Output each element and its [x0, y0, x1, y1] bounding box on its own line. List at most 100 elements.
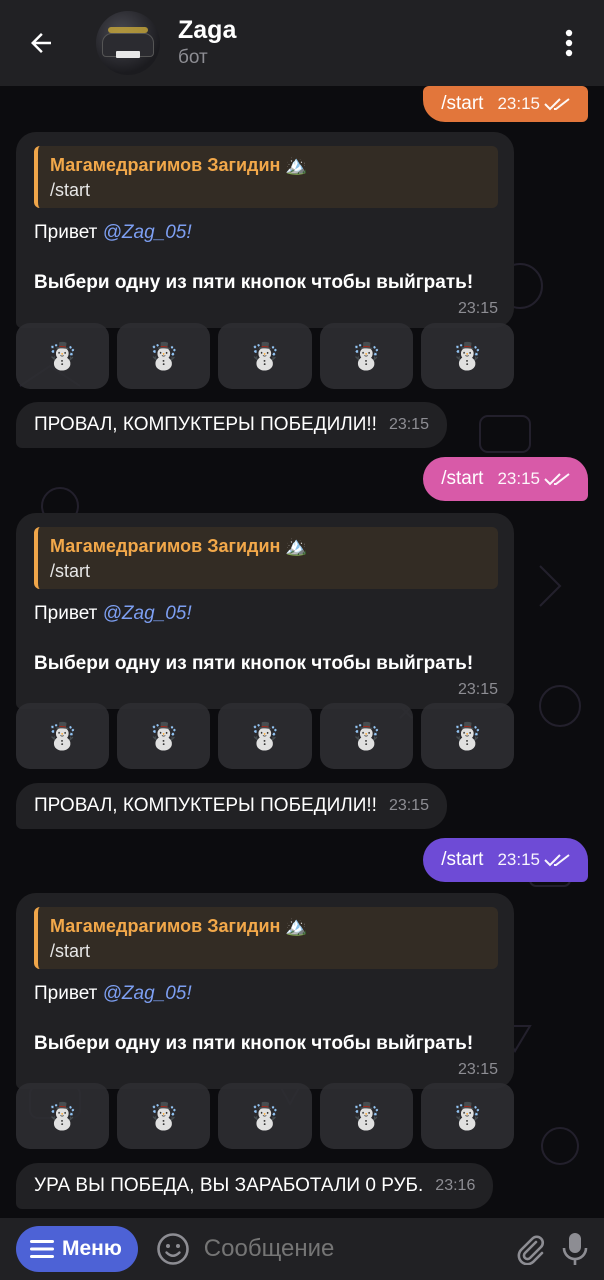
snowman-button-4[interactable]: ☃️ — [319, 703, 413, 769]
inline-keyboard: ☃️ ☃️ ☃️ ☃️ ☃️ — [16, 323, 515, 389]
message-time: 23:16 — [435, 1177, 476, 1194]
reply-quote[interactable]: Магамедрагимов Загидин 🏔️ /start — [34, 907, 498, 969]
snowman-button-5[interactable]: ☃️ — [420, 703, 515, 769]
bot-menu-button[interactable]: Меню — [16, 1226, 138, 1272]
snowman-button-3[interactable]: ☃️ — [218, 703, 312, 769]
message-text: ПРОВАЛ, КОМПУКТЕРЫ ПОБЕДИЛИ!! — [34, 414, 377, 435]
outgoing-message[interactable]: /start 23:15 — [423, 838, 588, 882]
greeting-line: Привет @Zag_05! — [34, 603, 192, 624]
snowman-icon: ☃️ — [147, 720, 180, 751]
message-text: /start — [441, 849, 484, 870]
snowman-button-2[interactable]: ☃️ — [117, 323, 211, 389]
bot-message[interactable]: Магамедрагимов Загидин 🏔️ /start Привет … — [16, 513, 514, 709]
attach-button[interactable] — [514, 1227, 546, 1271]
reply-text: /start — [50, 180, 91, 200]
snowman-icon: ☃️ — [350, 340, 383, 371]
result-message[interactable]: ПРОВАЛ, КОМПУКТЕРЫ ПОБЕДИЛИ!! 23:15 — [16, 783, 447, 829]
message-body: Выбери одну из пяти кнопок чтобы выйграт… — [34, 653, 474, 674]
emoji-icon — [156, 1233, 189, 1265]
user-mention[interactable]: @Zag_05 — [103, 603, 187, 624]
back-button[interactable] — [0, 0, 82, 86]
snowman-button-5[interactable]: ☃️ — [420, 1083, 515, 1149]
chat-title: Zaga — [178, 16, 237, 44]
chat-header: Zaga бот — [0, 0, 604, 86]
reply-text: /start — [50, 941, 91, 961]
snowman-button-4[interactable]: ☃️ — [319, 323, 413, 389]
greeting-line: Привет @Zag_05! — [34, 983, 192, 1004]
snowman-button-2[interactable]: ☃️ — [117, 1083, 211, 1149]
message-text: ПРОВАЛ, КОМПУКТЕРЫ ПОБЕДИЛИ!! — [34, 795, 377, 816]
reply-author: Магамедрагимов Загидин 🏔️ — [50, 916, 308, 936]
message-time: 23:15 — [388, 797, 429, 814]
snowman-button-1[interactable]: ☃️ — [16, 1083, 110, 1149]
snowman-icon: ☃️ — [451, 340, 484, 371]
read-check-icon — [544, 98, 570, 111]
snowman-button-2[interactable]: ☃️ — [117, 703, 211, 769]
snowman-icon: ☃️ — [451, 720, 484, 751]
message-body: Выбери одну из пяти кнопок чтобы выйграт… — [34, 1033, 474, 1054]
message-time: 23:15 — [388, 416, 429, 433]
snowman-icon: ☃️ — [451, 1100, 484, 1131]
menu-lines-icon — [30, 1240, 54, 1258]
more-options-button[interactable] — [534, 0, 604, 86]
message-input[interactable] — [203, 1235, 514, 1263]
chat-subtitle: бот — [178, 47, 208, 68]
message-time: 23:15 — [457, 1061, 498, 1078]
snowman-icon: ☃️ — [147, 1100, 180, 1131]
paperclip-icon — [517, 1235, 544, 1265]
chat-title-area[interactable]: Zaga бот — [178, 15, 534, 71]
message-time: 23:15 — [497, 469, 570, 489]
snowman-button-5[interactable]: ☃️ — [420, 323, 515, 389]
snowman-button-1[interactable]: ☃️ — [16, 703, 110, 769]
more-vertical-icon — [565, 29, 573, 57]
voice-message-button[interactable] — [562, 1227, 588, 1271]
message-text: УРА ВЫ ПОБЕДА, ВЫ ЗАРАБОТАЛИ 0 РУБ. — [34, 1175, 424, 1196]
message-text: /start — [441, 468, 484, 489]
snowman-icon: ☃️ — [147, 340, 180, 371]
snowman-icon: ☃️ — [350, 1100, 383, 1131]
result-message[interactable]: ПРОВАЛ, КОМПУКТЕРЫ ПОБЕДИЛИ!! 23:15 — [16, 402, 447, 448]
message-time: 23:15 — [497, 850, 570, 870]
snowman-button-4[interactable]: ☃️ — [319, 1083, 413, 1149]
chat-area[interactable]: /start 23:15 Магамедрагимов Загидин 🏔️ /… — [0, 86, 604, 1218]
outgoing-message[interactable]: /start 23:15 — [423, 457, 588, 501]
chat-avatar[interactable] — [96, 11, 160, 75]
message-composer: Меню — [0, 1218, 604, 1280]
snowman-icon: ☃️ — [46, 1100, 79, 1131]
snowman-button-3[interactable]: ☃️ — [218, 1083, 312, 1149]
snowman-icon: ☃️ — [248, 1100, 282, 1131]
reply-quote[interactable]: Магамедрагимов Загидин 🏔️ /start — [34, 527, 498, 589]
microphone-icon — [562, 1233, 588, 1265]
reply-author: Магамедрагимов Загидин 🏔️ — [50, 536, 308, 556]
back-arrow-icon — [31, 33, 51, 53]
message-text: /start — [441, 93, 484, 114]
message-time: 23:15 — [497, 94, 570, 114]
result-message[interactable]: УРА ВЫ ПОБЕДА, ВЫ ЗАРАБОТАЛИ 0 РУБ. 23:1… — [16, 1163, 494, 1209]
read-check-icon — [544, 854, 570, 867]
read-check-icon — [544, 473, 570, 486]
message-body: Выбери одну из пяти кнопок чтобы выйграт… — [34, 272, 474, 293]
outgoing-message[interactable]: /start 23:15 — [423, 86, 588, 122]
snowman-icon: ☃️ — [350, 720, 383, 751]
reply-author: Магамедрагимов Загидин 🏔️ — [50, 155, 308, 175]
snowman-button-3[interactable]: ☃️ — [218, 323, 312, 389]
message-list: /start 23:15 Магамедрагимов Загидин 🏔️ /… — [0, 86, 604, 1218]
snowman-icon: ☃️ — [248, 720, 282, 751]
user-mention[interactable]: @Zag_05 — [103, 222, 187, 243]
snowman-icon: ☃️ — [46, 720, 79, 751]
bot-message[interactable]: Магамедрагимов Загидин 🏔️ /start Привет … — [16, 132, 514, 328]
reply-text: /start — [50, 561, 91, 581]
message-time: 23:15 — [457, 300, 498, 317]
greeting-line: Привет @Zag_05! — [34, 222, 192, 243]
snowman-icon: ☃️ — [248, 340, 282, 371]
reply-quote[interactable]: Магамедрагимов Загидин 🏔️ /start — [34, 146, 498, 208]
user-mention[interactable]: @Zag_05 — [103, 983, 187, 1004]
message-time: 23:15 — [457, 681, 498, 698]
snowman-button-1[interactable]: ☃️ — [16, 323, 110, 389]
emoji-button[interactable] — [156, 1230, 190, 1268]
bot-message[interactable]: Магамедрагимов Загидин 🏔️ /start Привет … — [16, 893, 514, 1089]
inline-keyboard: ☃️ ☃️ ☃️ ☃️ ☃️ — [16, 703, 515, 769]
inline-keyboard: ☃️ ☃️ ☃️ ☃️ ☃️ — [16, 1083, 515, 1149]
menu-label: Меню — [62, 1237, 122, 1260]
snowman-icon: ☃️ — [46, 340, 79, 371]
